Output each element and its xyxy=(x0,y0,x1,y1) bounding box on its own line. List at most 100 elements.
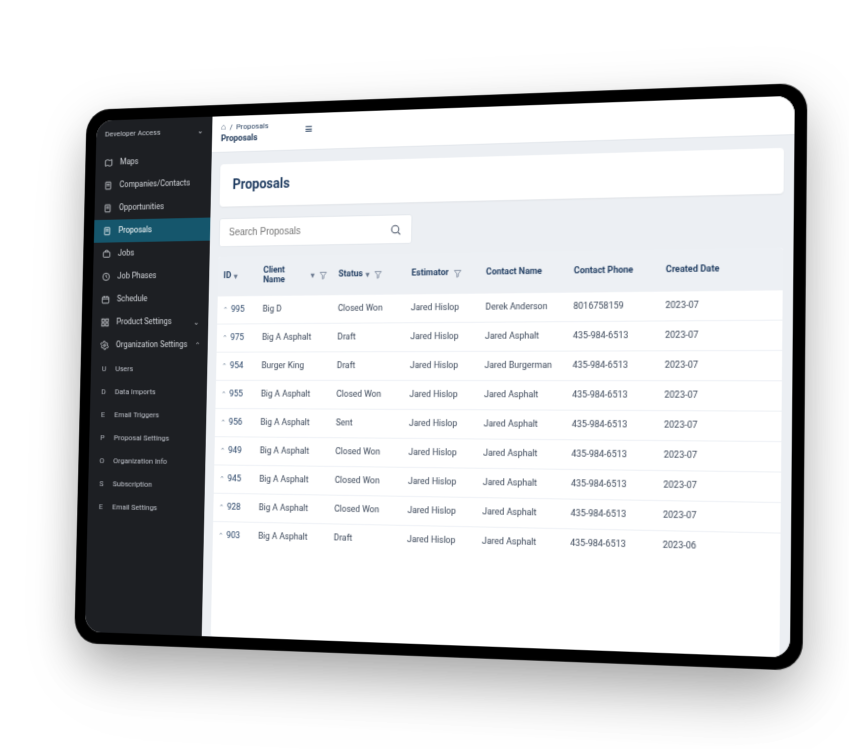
sidebar-item-jobs[interactable]: Jobs xyxy=(93,240,210,265)
cell-estimator: Jared Hislop xyxy=(407,505,455,516)
cell-contact: Jared Asphalt xyxy=(483,448,537,459)
sidebar-item-maps[interactable]: Maps xyxy=(95,148,211,174)
column-header-client[interactable]: Client Name ▾ xyxy=(257,255,333,295)
column-header-contact[interactable]: Contact Name xyxy=(479,251,567,293)
table-row[interactable]: ⌃995Big DClosed WonJared HislopDerek And… xyxy=(217,289,782,323)
sidebar-item-jobphases[interactable]: Job Phases xyxy=(92,263,209,288)
sidebar-workspace-label: Developer Access xyxy=(104,128,160,138)
grid-icon xyxy=(100,317,109,327)
sidebar-item-label: Organization Settings xyxy=(115,340,187,350)
filter-icon[interactable] xyxy=(373,269,382,278)
sidebar-workspace-selector[interactable]: Developer Access ⌄ xyxy=(96,120,212,144)
sidebar-subitem-organization-info[interactable]: O Organization Info xyxy=(88,448,205,473)
sidebar-subitem-subscription[interactable]: S Subscription xyxy=(88,471,205,496)
sidebar-item-proposals[interactable]: Proposals xyxy=(93,217,210,242)
table-row[interactable]: ⌃975Big A AsphaltDraftJared HislopJared … xyxy=(216,319,782,351)
search-input[interactable] xyxy=(228,223,389,237)
chevron-up-icon: ⌃ xyxy=(221,362,226,370)
cell-date: 2023-07 xyxy=(663,480,697,491)
column-header-phone[interactable]: Contact Phone xyxy=(567,249,659,291)
letter-icon: D xyxy=(99,386,108,396)
map-icon xyxy=(104,158,113,168)
letter-icon: O xyxy=(97,455,106,465)
sidebar-item-label: Email Triggers xyxy=(114,409,159,418)
home-icon[interactable]: ⌂ xyxy=(221,121,226,132)
sidebar-item-opportunities[interactable]: Opportunities xyxy=(94,194,210,220)
chevron-down-icon: ⌄ xyxy=(197,126,203,135)
sidebar-item-product-settings[interactable]: Product Settings ⌄ xyxy=(91,310,208,334)
cell-phone: 8016758159 xyxy=(573,301,623,312)
sidebar-subitem-users[interactable]: U Users xyxy=(90,356,207,379)
cell-status: Sent xyxy=(335,418,352,428)
letter-icon: S xyxy=(96,478,105,488)
column-header-status[interactable]: Status ▾ xyxy=(332,253,406,293)
cell-contact: Jared Asphalt xyxy=(483,419,537,429)
cell-date: 2023-07 xyxy=(664,390,698,400)
cell-contact: Jared Asphalt xyxy=(484,390,538,400)
breadcrumb-separator: / xyxy=(229,122,232,131)
cell-id: 954 xyxy=(229,361,243,371)
cell-estimator: Jared Hislop xyxy=(410,331,458,341)
cell-client: Burger King xyxy=(261,361,304,371)
column-header-estimator[interactable]: Estimator xyxy=(405,252,480,293)
filter-icon[interactable] xyxy=(453,268,462,277)
sort-icon: ▾ xyxy=(233,271,237,280)
cell-estimator: Jared Hislop xyxy=(408,447,456,458)
cell-client: Big A Asphalt xyxy=(259,474,308,485)
row-id-link[interactable]: ⌃954 xyxy=(221,361,243,371)
sidebar-nav: Maps Companies/Contacts Opportunities xyxy=(87,148,211,520)
sidebar-item-label: Proposal Settings xyxy=(113,432,169,441)
table-row[interactable]: ⌃954Burger KingDraftJared HislopJared Bu… xyxy=(216,349,782,379)
row-id-link[interactable]: ⌃945 xyxy=(219,474,241,484)
cell-status: Draft xyxy=(337,332,356,342)
chevron-up-icon: ⌃ xyxy=(218,503,223,511)
chevron-up-icon: ⌃ xyxy=(221,390,226,398)
doc-icon xyxy=(103,180,112,190)
cell-status: Draft xyxy=(333,533,352,543)
cell-estimator: Jared Hislop xyxy=(407,534,455,545)
search-icon[interactable] xyxy=(389,222,401,235)
table-body: ⌃995Big DClosed WonJared HislopDerek And… xyxy=(212,289,782,563)
doc-icon xyxy=(103,203,112,213)
search-box[interactable] xyxy=(218,214,412,247)
sidebar: Developer Access ⌄ Maps Compani xyxy=(84,116,212,635)
sidebar-subitem-proposal-settings[interactable]: P Proposal Settings xyxy=(89,425,206,449)
cell-date: 2023-07 xyxy=(664,330,698,340)
row-id-link[interactable]: ⌃955 xyxy=(221,389,243,399)
cell-id: 949 xyxy=(227,446,241,456)
cell-status: Closed Won xyxy=(337,303,382,313)
row-id-link[interactable]: ⌃956 xyxy=(220,417,242,427)
sidebar-item-schedule[interactable]: Schedule xyxy=(92,286,209,310)
cell-estimator: Jared Hislop xyxy=(409,389,457,399)
cell-contact: Jared Asphalt xyxy=(481,536,535,547)
column-header-date[interactable]: Created Date xyxy=(659,248,733,290)
main-content: ⌂ / Proposals Proposals ≡ Proposals xyxy=(201,95,794,657)
cell-status: Closed Won xyxy=(335,447,380,457)
row-id-link[interactable]: ⌃903 xyxy=(218,530,240,540)
cell-phone: 435-984-6513 xyxy=(570,508,626,519)
table-row[interactable]: ⌃955Big A AsphaltClosed WonJared HislopJ… xyxy=(215,379,781,410)
sidebar-item-label: Companies/Contacts xyxy=(119,178,190,189)
cell-date: 2023-07 xyxy=(665,300,699,311)
sidebar-item-label: Data Imports xyxy=(114,386,155,395)
row-id-link[interactable]: ⌃975 xyxy=(222,333,244,343)
menu-toggle-icon[interactable]: ≡ xyxy=(304,122,312,136)
breadcrumb-item[interactable]: Proposals xyxy=(236,121,269,131)
sidebar-subitem-data-imports[interactable]: D Data Imports xyxy=(90,379,207,402)
sidebar-subitem-email-settings[interactable]: E Email Settings xyxy=(87,494,204,519)
column-header-id[interactable]: ID ▾ xyxy=(217,256,257,295)
cell-date: 2023-07 xyxy=(664,360,698,370)
row-id-link[interactable]: ⌃949 xyxy=(219,445,241,455)
row-id-link[interactable]: ⌃995 xyxy=(222,304,244,314)
filter-icon[interactable] xyxy=(318,270,326,279)
breadcrumb-title: Proposals xyxy=(220,132,268,143)
row-id-link[interactable]: ⌃928 xyxy=(218,502,240,512)
sidebar-subitem-email-triggers[interactable]: E Email Triggers xyxy=(89,402,206,426)
sidebar-item-companies[interactable]: Companies/Contacts xyxy=(94,171,210,197)
sidebar-item-organization-settings[interactable]: Organization Settings ⌃ xyxy=(91,333,208,357)
cell-id: 945 xyxy=(227,474,241,484)
cell-client: Big A Asphalt xyxy=(258,503,308,514)
cell-contact: Jared Asphalt xyxy=(484,331,538,341)
table-row[interactable]: ⌃956Big A AsphaltSentJared HislopJared A… xyxy=(214,408,781,441)
sidebar-item-label: Product Settings xyxy=(116,317,171,327)
